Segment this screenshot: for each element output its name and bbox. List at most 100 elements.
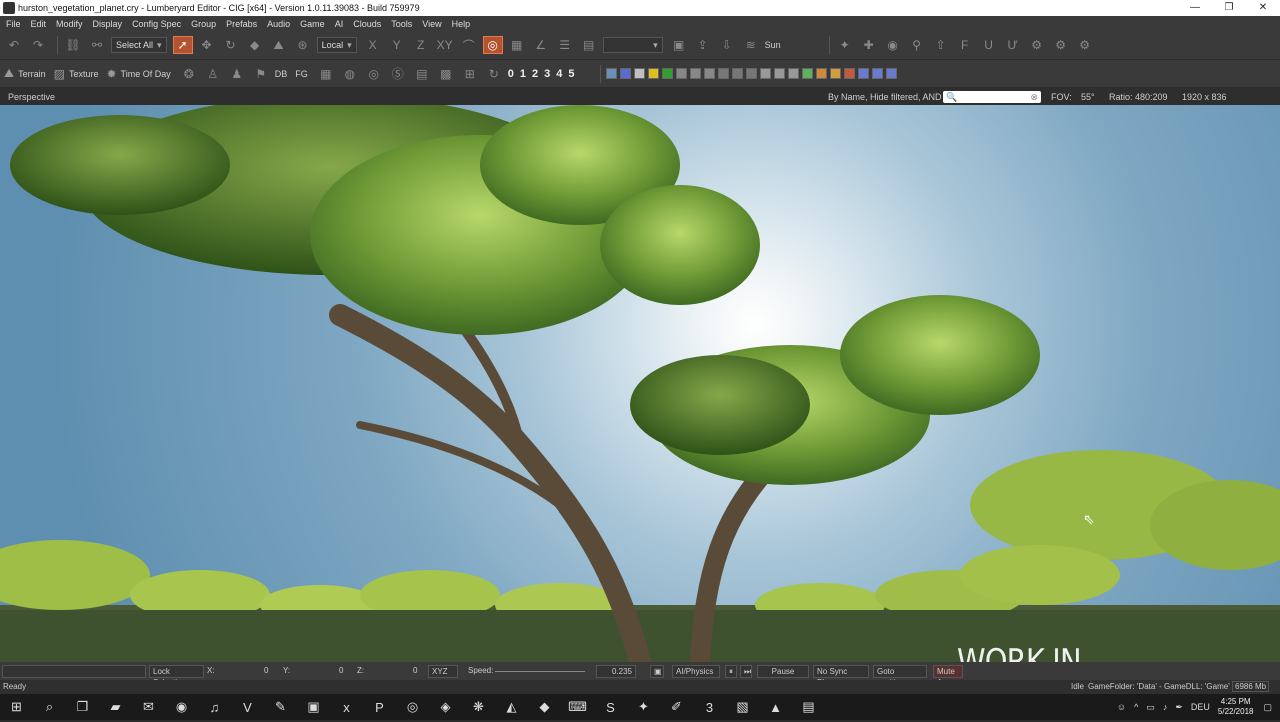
snap-icon[interactable]: ◎	[482, 36, 503, 54]
export-icon[interactable]: ⇪	[693, 36, 713, 54]
character-icon[interactable]: ♙	[203, 65, 223, 83]
gear-icon[interactable]: ⚙	[1075, 36, 1095, 54]
pause-button[interactable]: Pause	[757, 665, 809, 678]
undo-icon[interactable]: ↶	[4, 36, 24, 54]
fb-icon[interactable]: F	[955, 36, 975, 54]
notification-icon[interactable]: ▢	[1263, 702, 1272, 713]
ai-physics-button[interactable]: AI/Physics	[672, 665, 720, 678]
entity-icon[interactable]: ◉	[883, 36, 903, 54]
xyz-lock-button[interactable]: XYZ	[428, 665, 458, 678]
pin-icon[interactable]: ⚲	[907, 36, 927, 54]
bookmark-5-button[interactable]: 5	[568, 68, 574, 80]
app-icon[interactable]: ◆	[528, 694, 561, 720]
puzzle-icon[interactable]: ✚	[859, 36, 879, 54]
bookmark-0-button[interactable]: 0	[508, 68, 514, 80]
render-flag-icon[interactable]	[704, 68, 716, 79]
network-icon[interactable]: ▭	[1146, 702, 1155, 713]
render-flag-icon[interactable]	[606, 68, 618, 79]
task-view-icon[interactable]: ❐	[66, 694, 99, 720]
list-icon[interactable]: ▤	[579, 36, 599, 54]
clear-search-icon[interactable]: ⊗	[1030, 91, 1038, 103]
menu-group[interactable]: Group	[191, 19, 216, 29]
perspective-viewport[interactable]: ⇖	[0, 105, 1280, 662]
layout-icon[interactable]: ⊞	[460, 65, 480, 83]
move-tool-icon[interactable]: ✥	[197, 36, 217, 54]
axis-x-button[interactable]: X	[363, 36, 383, 54]
app-icon[interactable]: ▧	[726, 694, 759, 720]
pen-icon[interactable]: ✒	[1175, 702, 1183, 713]
material-icon[interactable]: ▣	[669, 36, 689, 54]
minimize-button[interactable]: —	[1178, 0, 1212, 16]
skype-icon[interactable]: S	[594, 694, 627, 720]
z-value[interactable]: 0	[413, 666, 417, 675]
uf-icon[interactable]: U	[979, 36, 999, 54]
menu-clouds[interactable]: Clouds	[353, 19, 381, 29]
pause-icon[interactable]: ⏸	[725, 665, 737, 678]
time-of-day-button[interactable]: ✹ Time Of Day	[106, 67, 170, 81]
no-sync-player-button[interactable]: No Sync Player	[813, 665, 869, 687]
menu-display[interactable]: Display	[93, 19, 123, 29]
speed-slider[interactable]	[495, 671, 585, 672]
outlook-icon[interactable]: ✉	[132, 694, 165, 720]
lock-selection-button[interactable]: Lock Selection	[149, 665, 204, 687]
app-icon[interactable]: ✐	[660, 694, 693, 720]
image-icon[interactable]: ▲	[759, 694, 792, 720]
menu-view[interactable]: View	[422, 19, 441, 29]
import-icon[interactable]: ⇩	[717, 36, 737, 54]
menu-config-spec[interactable]: Config Spec	[132, 19, 181, 29]
menu-game[interactable]: Game	[300, 19, 325, 29]
menu-file[interactable]: File	[6, 19, 21, 29]
render-flag-icon[interactable]	[634, 68, 646, 79]
gear-icon[interactable]: ⚙	[1051, 36, 1071, 54]
menu-ai[interactable]: AI	[335, 19, 344, 29]
view-mode-icon[interactable]: ▩	[436, 65, 456, 83]
bookmark-4-button[interactable]: 4	[556, 68, 562, 80]
terrain-follow-icon[interactable]: ⌒	[459, 36, 479, 54]
aspect-ratio[interactable]: Ratio: 480:209	[1109, 92, 1168, 102]
restore-button[interactable]: ❐	[1212, 0, 1246, 16]
bookmark-2-button[interactable]: 2	[532, 68, 538, 80]
gear-icon[interactable]: ⚙	[1027, 36, 1047, 54]
xnview-icon[interactable]: x	[330, 694, 363, 720]
app-icon[interactable]: ❋	[462, 694, 495, 720]
people-icon[interactable]: ☺	[1117, 702, 1126, 712]
terrain-button[interactable]: ⛰ Terrain	[4, 66, 46, 81]
selection-dropdown[interactable]: Select All ▾	[111, 37, 167, 53]
sv-icon[interactable]: Ⓢ	[388, 65, 408, 83]
render-flag-icon[interactable]	[802, 68, 814, 79]
menu-tools[interactable]: Tools	[391, 19, 412, 29]
app-icon[interactable]: ▤	[792, 694, 825, 720]
terrain-snap-icon[interactable]: ⛰	[269, 36, 289, 54]
menu-modify[interactable]: Modify	[56, 19, 83, 29]
firefox-icon[interactable]: ◉	[165, 694, 198, 720]
sun-label[interactable]: Sun	[765, 40, 781, 50]
physics-icon[interactable]: ✦	[835, 36, 855, 54]
upload-icon[interactable]: ⇧	[931, 36, 951, 54]
layers-icon[interactable]: ≋	[741, 36, 761, 54]
axis-z-button[interactable]: Z	[411, 36, 431, 54]
search-input[interactable]: 🔍 ⊗	[943, 91, 1041, 103]
object-snap-icon[interactable]: ⊛	[293, 36, 313, 54]
camera-icon[interactable]: ◎	[364, 65, 384, 83]
close-button[interactable]: ✕	[1246, 0, 1280, 16]
u-icon[interactable]: Ư	[1003, 36, 1023, 54]
angle-snap-icon[interactable]: ∠	[531, 36, 551, 54]
mute-audio-button[interactable]: Mute A	[933, 665, 963, 687]
figure-icon[interactable]: ♟	[227, 65, 247, 83]
scale-tool-icon[interactable]: ◆	[245, 36, 265, 54]
search-icon[interactable]: ⌕	[33, 694, 66, 720]
rotate-tool-icon[interactable]: ↻	[221, 36, 241, 54]
menu-prefabs[interactable]: Prefabs	[226, 19, 257, 29]
globe-icon[interactable]: ❂	[179, 65, 199, 83]
layer-dropdown[interactable]: ▾	[602, 37, 663, 53]
spotify-icon[interactable]: ♫	[198, 694, 231, 720]
resolution[interactable]: 1920 x 836	[1182, 92, 1227, 102]
render-flag-icon[interactable]	[788, 68, 800, 79]
axis-y-button[interactable]: Y	[387, 36, 407, 54]
app-icon[interactable]: ▣	[297, 694, 330, 720]
search-filter-mode[interactable]: By Name, Hide filtered, AND	[828, 92, 942, 102]
render-flag-icon[interactable]	[816, 68, 828, 79]
render-flag-icon[interactable]	[872, 68, 884, 79]
file-explorer-icon[interactable]: ▰	[99, 694, 132, 720]
app-icon[interactable]: ✦	[627, 694, 660, 720]
